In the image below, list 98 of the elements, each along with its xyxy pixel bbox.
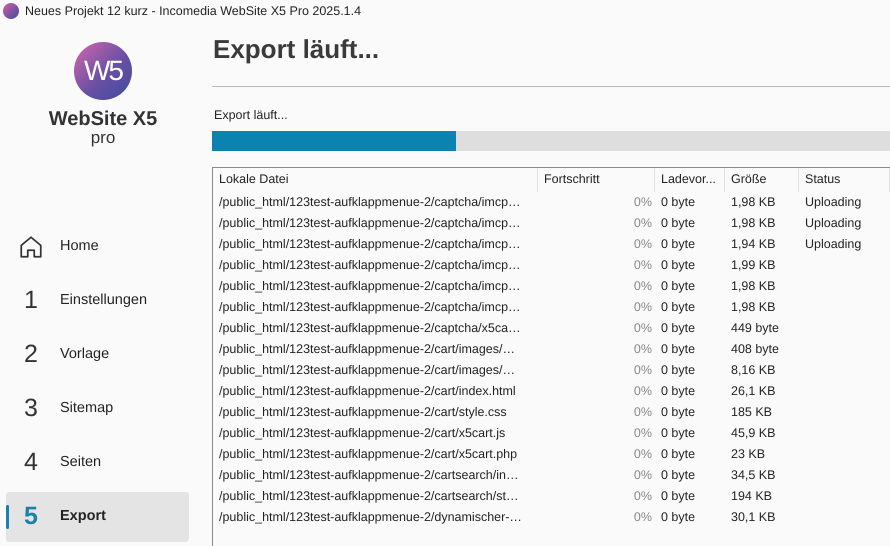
table-cell-text: /public_html/123test-aufklappmenue-2/cartsearch/in…	[218, 466, 520, 484]
table-cell-text: 1,98 KB	[730, 298, 776, 316]
progress-label: Export läuft...	[213, 107, 289, 124]
nav-label: Seiten	[60, 453, 102, 472]
table-cell-text: 0 byte	[660, 488, 696, 505]
column-header[interactable]: Lokale Datei	[213, 168, 538, 192]
table-cell-text: /public_html/123test-aufklappmenue-2/captcha/imcp…	[218, 298, 522, 316]
nav-item[interactable]: 4 Seiten	[6, 438, 189, 488]
step-number: 2	[23, 339, 39, 370]
step-number: 4	[23, 447, 39, 478]
column-header[interactable]: Status	[799, 168, 890, 192]
table-cell-text: Uploading	[804, 194, 862, 211]
table-cell-text: 1,99 KB	[730, 256, 776, 274]
table-cell-text: 0 byte	[660, 382, 696, 400]
table-cell-text: 0%	[632, 362, 653, 379]
table-cell-text: /public_html/123test-aufklappmenue-2/dynamischer-…	[218, 508, 523, 526]
table-cell-text: 30,1 KB	[730, 508, 776, 526]
nav-label: Sitemap	[60, 399, 114, 418]
table-cell-text: 0%	[632, 320, 653, 337]
table-cell-text: 0 byte	[660, 446, 696, 463]
table-cell-text: 1,98 KB	[730, 278, 776, 295]
nav-item[interactable]: 1 Einstellungen	[6, 276, 189, 326]
logo-name: WebSite X5	[48, 108, 158, 130]
table-cell-text: Uploading	[804, 214, 862, 232]
table-cell-text: 0%	[632, 446, 653, 463]
column-header[interactable]: Fortschritt	[538, 168, 655, 192]
table-cell-text: 0 byte	[660, 256, 696, 274]
nav-item[interactable]: 5 Export	[6, 492, 189, 542]
table-cell-text: 0 byte	[660, 404, 696, 421]
table-cell-text: 0%	[632, 236, 653, 253]
table-cell-text: 0 byte	[660, 320, 696, 337]
table-cell-text: 0%	[632, 340, 653, 358]
table-cell-text: /public_html/123test-aufklappmenue-2/captcha/x5ca…	[218, 320, 522, 337]
nav-label: Export	[60, 507, 106, 526]
table-cell-text: /public_html/123test-aufklappmenue-2/captcha/imcp…	[218, 236, 522, 253]
nav-item[interactable]: Home	[6, 222, 189, 272]
table-cell-text: 449 byte	[730, 320, 780, 337]
table-cell-text: 8,16 KB	[730, 362, 776, 379]
step-number: 5	[23, 501, 39, 532]
table-cell-text: /public_html/123test-aufklappmenue-2/cart/style.css	[218, 404, 508, 421]
table-cell-text: 34,5 KB	[730, 466, 776, 484]
table-cell-text: 0%	[632, 382, 653, 400]
table-cell-text: 0 byte	[660, 214, 696, 232]
table-cell-text: /public_html/123test-aufklappmenue-2/cart/x5cart.php	[218, 446, 518, 463]
nav-label: Vorlage	[60, 345, 110, 364]
table-cell-text: 0%	[632, 404, 653, 421]
table-cell-text: 1,98 KB	[730, 214, 776, 232]
table-cell-text: 408 byte	[730, 340, 780, 358]
logo-edition: pro	[90, 130, 116, 146]
table-cell-text: /public_html/123test-aufklappmenue-2/cart/index.html	[218, 382, 517, 400]
logo-mark: W5	[74, 42, 132, 100]
step-number: 3	[23, 393, 39, 424]
table-cell-text: 23 KB	[730, 446, 766, 463]
table-cell-text: 0 byte	[660, 278, 696, 295]
home-icon	[18, 234, 44, 260]
table-cell-text: 0%	[632, 256, 653, 274]
table-cell-text: 0%	[632, 424, 653, 442]
nav-label: Einstellungen	[60, 291, 148, 310]
selection-indicator	[6, 505, 9, 529]
nav-item[interactable]: 3 Sitemap	[6, 384, 189, 434]
table-cell-text: /public_html/123test-aufklappmenue-2/captcha/imcp…	[218, 194, 522, 211]
table-cell-text: /public_html/123test-aufklappmenue-2/captcha/imcp…	[218, 214, 522, 232]
page-heading: Export läuft...	[212, 33, 380, 66]
table-cell-text: Uploading	[804, 236, 862, 253]
step-number: 1	[23, 285, 39, 316]
table-cell-text: /public_html/123test-aufklappmenue-2/cartsearch/st…	[218, 488, 520, 505]
table-cell-text: /public_html/123test-aufklappmenue-2/captcha/imcp…	[218, 278, 522, 295]
table-cell-text: /public_html/123test-aufklappmenue-2/cart/images/…	[218, 340, 516, 358]
table-cell-text: 0%	[632, 466, 653, 484]
table-cell-text: 0%	[632, 298, 653, 316]
table-cell-text: 0%	[632, 214, 653, 232]
table-cell-text: 0%	[632, 278, 653, 295]
column-header[interactable]: Größe	[725, 168, 799, 192]
table-cell-text: 0 byte	[660, 362, 696, 379]
table-cell-text: 0 byte	[660, 340, 696, 358]
table-cell-text: 0 byte	[660, 466, 696, 484]
app-icon	[3, 3, 19, 19]
table-cell-text: 194 KB	[730, 488, 774, 505]
table-cell-text: 0 byte	[660, 236, 696, 253]
table-cell-text: /public_html/123test-aufklappmenue-2/captcha/imcp…	[218, 256, 522, 274]
table-cell-text: 185 KB	[730, 404, 774, 421]
table-cell-text: 0%	[632, 508, 653, 526]
table-cell-text: 0%	[632, 488, 653, 505]
nav-label: Home	[60, 237, 99, 256]
table-cell-text: /public_html/123test-aufklappmenue-2/cart/images/…	[218, 362, 516, 379]
window-title: Neues Projekt 12 kurz - Incomedia WebSite X5 Pro 2025.1.4	[25, 2, 362, 20]
table-cell-text: 26,1 KB	[730, 382, 776, 400]
column-header[interactable]: Ladevor...	[655, 168, 725, 192]
table-cell-text: /public_html/123test-aufklappmenue-2/cart/x5cart.js	[218, 424, 506, 442]
nav-item[interactable]: 2 Vorlage	[6, 330, 189, 380]
table-cell-text: 0%	[632, 194, 653, 211]
table-cell-text: 0 byte	[660, 298, 696, 316]
table-cell-text: 0 byte	[660, 508, 696, 526]
table-cell-text: 0 byte	[660, 194, 696, 211]
table-cell-text: 1,98 KB	[730, 194, 776, 211]
table-cell-text: 0 byte	[660, 424, 696, 442]
table-cell-text: 45,9 KB	[730, 424, 776, 442]
table-cell-text: 1,94 KB	[730, 236, 776, 253]
